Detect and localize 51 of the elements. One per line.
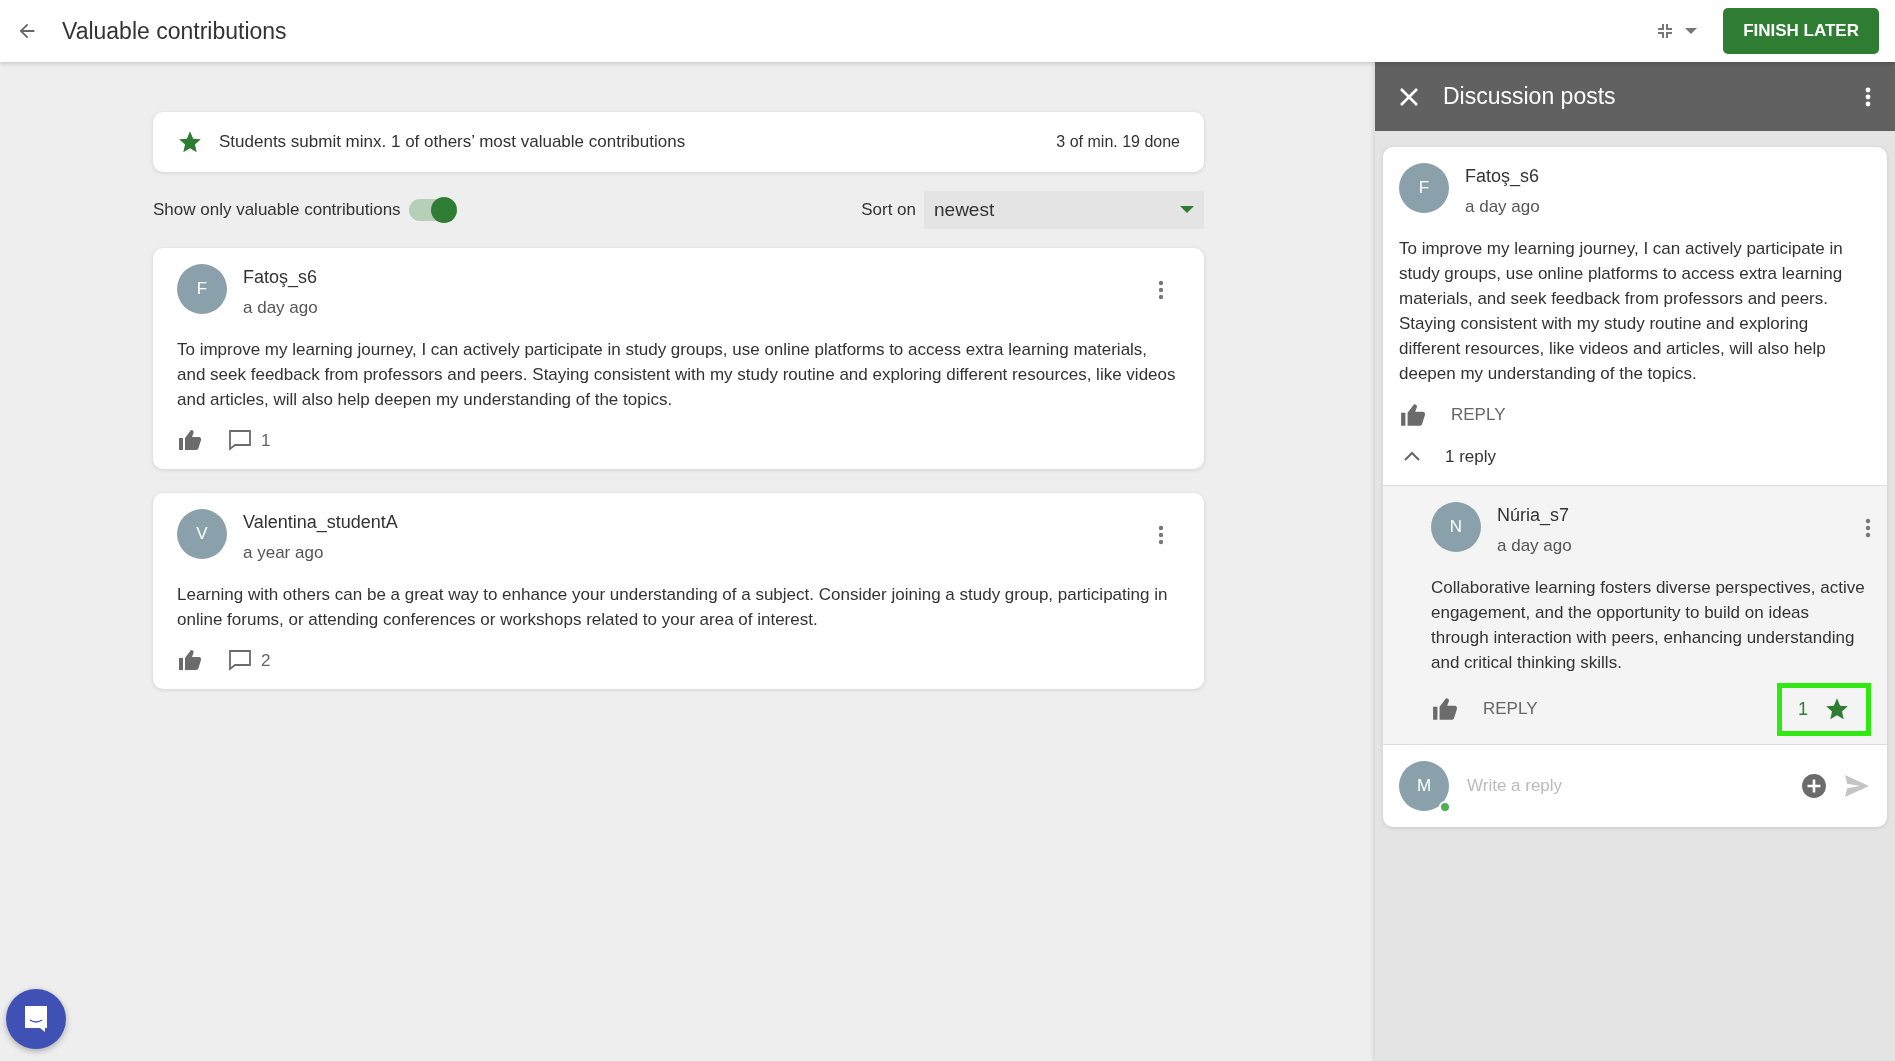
star-icon bbox=[1824, 696, 1850, 722]
reply-button[interactable]: REPLY bbox=[1451, 401, 1506, 428]
avatar: F bbox=[1399, 163, 1449, 213]
post-time: a day ago bbox=[1497, 535, 1572, 557]
thumbs-up-icon[interactable] bbox=[177, 428, 203, 453]
post-text: To improve my learning journey, I can actively participate in study groups, use online platforms to access extra learning materials, and seek feedback from professors and peers. Staying consistent with my study routine and exploring different resources, like videos and articles, will also help deepen my understanding of the topics. bbox=[177, 338, 1177, 411]
caret-icon bbox=[1180, 206, 1194, 214]
author-name: Valentina_studentA bbox=[243, 511, 398, 535]
comment-count: 2 bbox=[261, 649, 271, 672]
chevron-up-icon[interactable] bbox=[1403, 450, 1421, 463]
avatar: V bbox=[177, 509, 227, 559]
author-name: Fatoş_s6 bbox=[1465, 165, 1540, 189]
valuable-count: 1 bbox=[1798, 697, 1808, 721]
thumbs-up-icon[interactable] bbox=[177, 648, 203, 673]
post-time: a day ago bbox=[1465, 196, 1540, 218]
author-name: Núria_s7 bbox=[1497, 504, 1571, 528]
sort-label: Sort on bbox=[861, 199, 916, 222]
reply-button[interactable]: REPLY bbox=[1483, 696, 1538, 722]
summary-text: Students submit minx. 1 of others’ most valuable contributions bbox=[219, 131, 686, 154]
post-time: a year ago bbox=[243, 542, 325, 564]
thumbs-up-icon[interactable] bbox=[1399, 401, 1427, 428]
comment-icon[interactable] bbox=[227, 648, 253, 673]
more-options-icon[interactable] bbox=[1865, 86, 1871, 107]
avatar: N bbox=[1431, 502, 1481, 552]
more-options-icon[interactable] bbox=[1158, 280, 1164, 300]
replies-toggle[interactable]: 1 reply bbox=[1445, 443, 1497, 469]
page-title: Valuable contributions bbox=[62, 16, 287, 46]
post-time: a day ago bbox=[243, 297, 318, 319]
chat-icon bbox=[22, 1004, 50, 1034]
reply-input[interactable]: Write a reply bbox=[1465, 771, 1801, 800]
post-text: Learning with others can be a great way to enhance your understanding of a subject. Consider joining a study group, participating in online forums, or attending conferences or workshops related to your area of interest. bbox=[177, 583, 1169, 631]
comment-count: 1 bbox=[261, 429, 271, 452]
comment-icon[interactable] bbox=[227, 428, 253, 453]
user-avatar: M bbox=[1399, 760, 1449, 811]
finish-later-button[interactable]: FINISH LATER bbox=[1723, 8, 1879, 54]
add-icon[interactable] bbox=[1801, 772, 1827, 799]
valuable-toggle[interactable] bbox=[408, 199, 455, 221]
star-icon bbox=[177, 129, 203, 155]
post-text: To improve my learning journey, I can actively participate in study groups, use online platforms to access extra learning materials, and seek feedback from professors and peers. Staying consistent with my study routine and exploring different resources, like videos and articles, will also help deepen my understanding of the topics. bbox=[1399, 237, 1844, 385]
more-options-icon[interactable] bbox=[1865, 518, 1871, 538]
author-name: Fatoş_s6 bbox=[243, 266, 318, 290]
progress-text: 3 of min. 19 done bbox=[1056, 132, 1180, 152]
more-options-icon[interactable] bbox=[1158, 525, 1164, 545]
filter-label: Show only valuable contributions bbox=[153, 199, 401, 222]
sort-dropdown[interactable]: newest bbox=[924, 190, 1204, 230]
close-icon[interactable] bbox=[1399, 86, 1419, 107]
chat-launcher-button[interactable] bbox=[6, 989, 66, 1049]
panel-title: Discussion posts bbox=[1443, 82, 1616, 112]
avatar: F bbox=[177, 264, 227, 314]
reply-text: Collaborative learning fosters diverse perspectives, active engagement, and the opportunity to build on ideas through interaction with peers, enhancing understanding and critical thinking skills. bbox=[1431, 576, 1866, 674]
thumbs-up-icon[interactable] bbox=[1431, 696, 1459, 722]
